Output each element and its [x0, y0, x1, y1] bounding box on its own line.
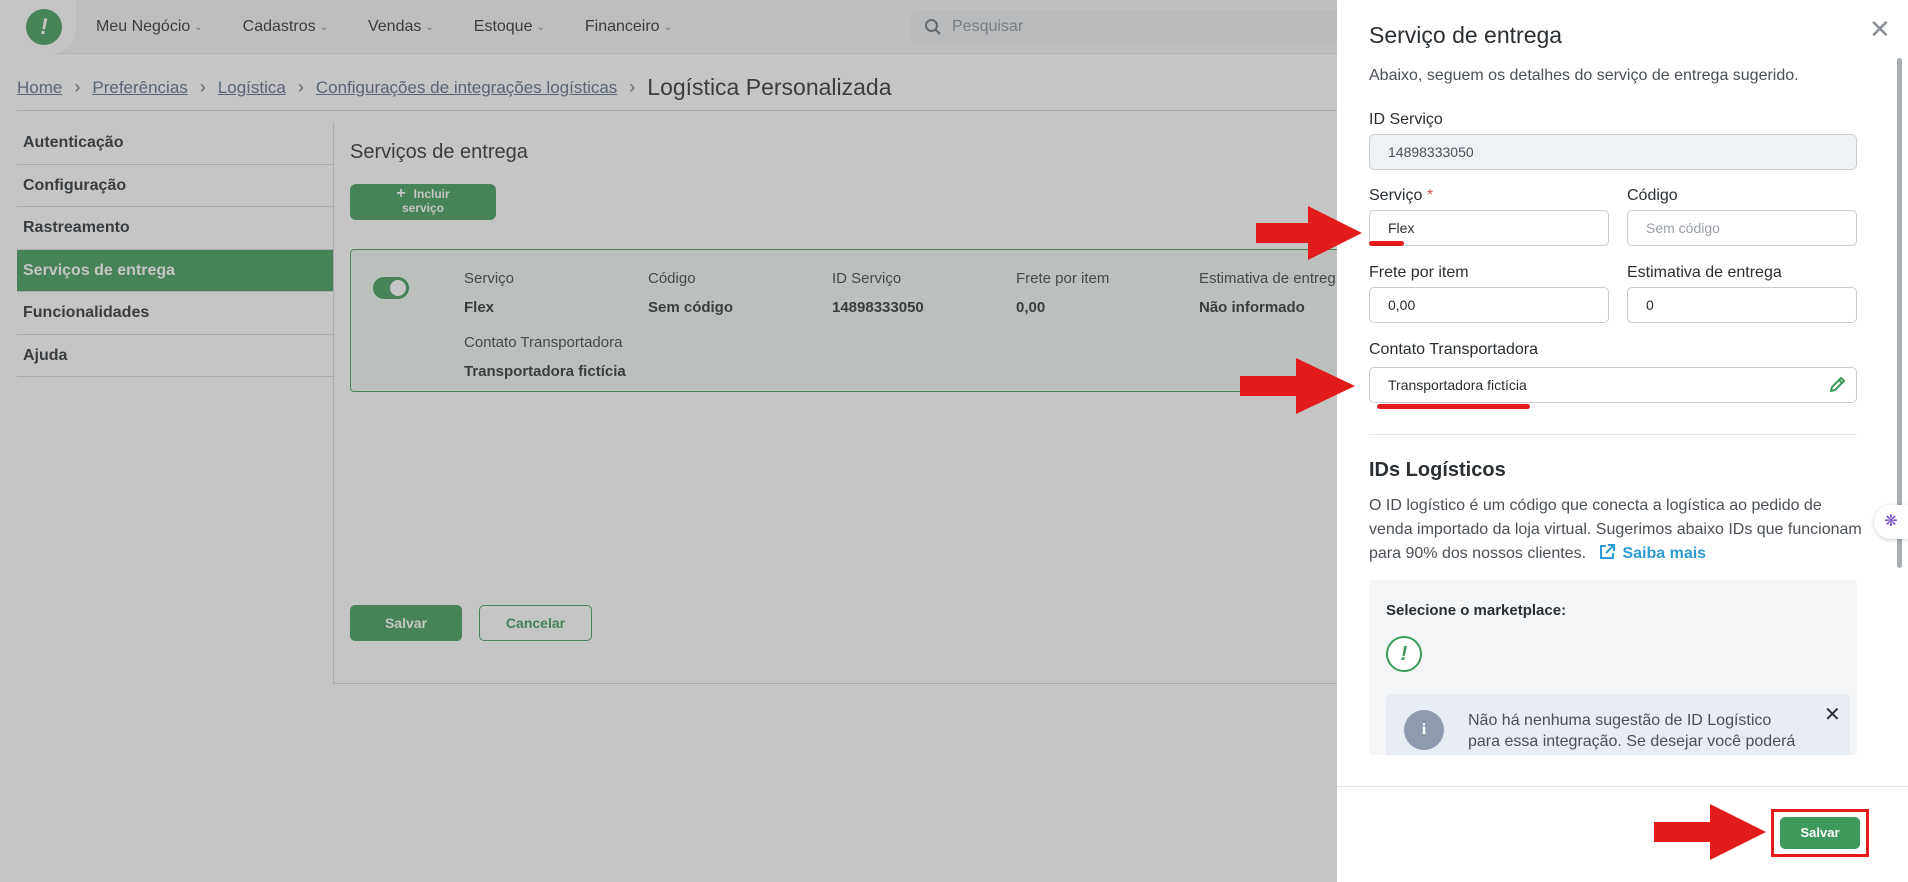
ids-logisticos-text: O ID logístico é um código que conecta a…	[1369, 494, 1869, 566]
marketplace-option-logo[interactable]: !	[1386, 636, 1422, 672]
alert-message: Não há nenhuma sugestão de ID Logístico …	[1468, 712, 1796, 750]
brain-icon[interactable]: ❋	[1874, 505, 1908, 539]
frete-label: Frete por item	[1369, 264, 1469, 281]
service-drawer: Serviço de entrega ✕ Abaixo, seguem os d…	[1337, 0, 1908, 882]
drawer-footer: Salvar	[1337, 786, 1908, 882]
contato-label: Contato Transportadora	[1369, 341, 1538, 358]
codigo-field[interactable]: Sem código	[1627, 210, 1857, 246]
contato-field[interactable]: Transportadora fictícia	[1369, 367, 1857, 403]
id-servico-label: ID Serviço	[1369, 111, 1443, 128]
no-suggestion-alert: i Não há nenhuma sugestão de ID Logístic…	[1386, 694, 1850, 755]
marketplace-label: Selecione o marketplace:	[1386, 602, 1567, 619]
drawer-title: Serviço de entrega	[1369, 22, 1563, 48]
drawer-save-button[interactable]: Salvar	[1780, 817, 1860, 849]
frete-field[interactable]: 0,00	[1369, 287, 1609, 323]
id-servico-field: 14898333050	[1369, 134, 1857, 170]
annotation-arrow	[1240, 358, 1355, 414]
annotation-underline	[1369, 241, 1404, 246]
estimativa-label: Estimativa de entrega	[1627, 264, 1782, 281]
pencil-icon[interactable]	[1828, 374, 1848, 394]
annotation-arrow	[1654, 804, 1766, 860]
codigo-label: Código	[1627, 187, 1678, 204]
marketplace-box: Selecione o marketplace: ! i Não há nenh…	[1369, 580, 1857, 755]
close-icon[interactable]: ✕	[1869, 14, 1891, 45]
estimativa-field[interactable]: 0	[1627, 287, 1857, 323]
annotation-arrow	[1256, 206, 1362, 260]
ids-logisticos-title: IDs Logísticos	[1369, 459, 1506, 481]
drawer-scrollbar[interactable]	[1897, 58, 1902, 568]
required-marker: *	[1426, 187, 1434, 204]
modal-overlay[interactable]	[0, 0, 1337, 882]
drawer-divider	[1369, 434, 1857, 435]
servico-label: Serviço *	[1369, 187, 1433, 205]
drawer-subtitle: Abaixo, seguem os detalhes do serviço de…	[1369, 67, 1799, 84]
servico-field[interactable]: Flex	[1369, 210, 1609, 246]
annotation-underline	[1377, 404, 1530, 409]
saiba-mais-link[interactable]: Saiba mais	[1622, 545, 1706, 562]
servico-label-text: Serviço	[1369, 187, 1423, 204]
close-icon[interactable]: ✕	[1824, 702, 1841, 727]
contato-value: Transportadora fictícia	[1388, 377, 1527, 393]
info-icon: i	[1404, 710, 1444, 750]
external-link-icon[interactable]	[1598, 543, 1616, 561]
